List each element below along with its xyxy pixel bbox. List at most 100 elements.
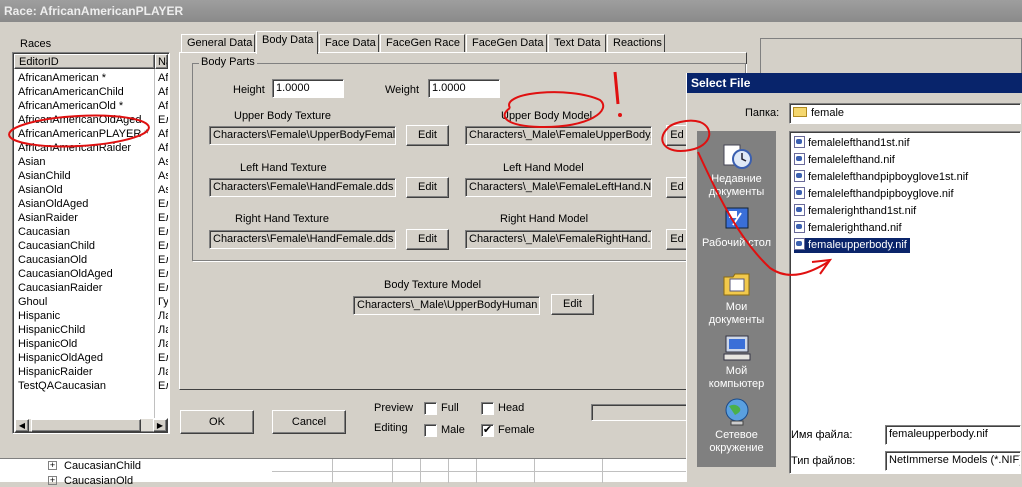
left-hand-texture-edit-button[interactable]: Edit bbox=[406, 177, 449, 198]
head-label: Head bbox=[498, 402, 525, 414]
race-editorid: AsianOldAged bbox=[18, 198, 89, 210]
file-list-item[interactable]: femalelefthand.nif bbox=[794, 153, 898, 168]
race-list-item[interactable]: Caucasian Ел bbox=[15, 225, 168, 239]
race-list-item[interactable]: HispanicRaider Ла bbox=[15, 365, 168, 379]
weight-input[interactable]: 1.0000 bbox=[428, 79, 500, 98]
race-editorid: AfricanAmericanRaider bbox=[18, 142, 132, 154]
upper-body-texture-field[interactable]: Characters\Female\UpperBodyFemal bbox=[209, 126, 396, 145]
scroll-right-arrow-icon[interactable]: ▶ bbox=[153, 419, 167, 432]
races-hscroll-thumb[interactable] bbox=[31, 419, 141, 432]
folder-value: female bbox=[811, 107, 845, 119]
race-editorid: TestQACaucasian bbox=[18, 380, 107, 392]
tree-item-caucasianchild[interactable]: CaucasianChild bbox=[64, 460, 141, 472]
race-list-item[interactable]: AsianOldAged Ел bbox=[15, 197, 168, 211]
body-texture-model-edit-button[interactable]: Edit bbox=[551, 294, 594, 315]
race-name: Ел bbox=[158, 282, 168, 294]
left-hand-model-edit-button[interactable]: Ed bbox=[666, 177, 688, 198]
left-hand-texture-field[interactable]: Characters\Female\HandFemale.dds bbox=[209, 178, 396, 197]
upper-body-texture-label: Upper Body Texture bbox=[234, 110, 332, 122]
race-editorid: CaucasianChild bbox=[18, 240, 96, 252]
race-name: Ел bbox=[158, 254, 168, 266]
upper-body-model-field[interactable]: Characters\_Male\FemaleUpperBody. bbox=[465, 126, 652, 145]
file-list-item[interactable]: femalelefthandpipboyglove.nif bbox=[794, 187, 957, 202]
race-list-item[interactable]: AfricanAmericanRaider Af bbox=[15, 141, 168, 155]
race-list-item[interactable]: AfricanAmericanOld * Af bbox=[15, 99, 168, 113]
head-checkbox[interactable] bbox=[481, 402, 494, 415]
ok-button[interactable]: OK bbox=[180, 410, 254, 434]
full-checkbox[interactable] bbox=[424, 402, 437, 415]
tab-face-data[interactable]: Face Data bbox=[319, 34, 379, 53]
race-list-item[interactable]: AsianRaider Ел bbox=[15, 211, 168, 225]
scroll-left-arrow-icon[interactable]: ◀ bbox=[15, 419, 29, 432]
file-name: femaleupperbody.nif bbox=[808, 239, 907, 251]
upper-body-texture-edit-button[interactable]: Edit bbox=[406, 125, 449, 146]
races-hscrollbar[interactable]: ◀ ▶ bbox=[14, 418, 168, 433]
file-list[interactable]: femalelefthand1st.nif femalelefthand.nif f… bbox=[789, 131, 1021, 474]
file-list-item[interactable]: femaleupperbody.nif bbox=[794, 238, 910, 253]
tab-text-data[interactable]: Text Data bbox=[548, 34, 606, 53]
race-list-item[interactable]: HispanicOldAged Ел bbox=[15, 351, 168, 365]
tab-facegen-data[interactable]: FaceGen Data bbox=[466, 34, 547, 53]
race-name: Af bbox=[158, 86, 168, 98]
place-desktop[interactable]: Рабочий стол bbox=[697, 205, 776, 250]
race-list-item[interactable]: CaucasianRaider Ел bbox=[15, 281, 168, 295]
left-hand-model-field[interactable]: Characters\_Male\FemaleLeftHand.NI bbox=[465, 178, 652, 197]
upper-body-model-edit-button[interactable]: Ed bbox=[666, 125, 688, 146]
filename-input[interactable]: femaleupperbody.nif bbox=[885, 425, 1021, 445]
races-list[interactable]: EditorID Na AfricanAmerican *AfAfricanAm… bbox=[12, 52, 170, 434]
race-list-item[interactable]: AsianChild As bbox=[15, 169, 168, 183]
body-texture-model-field[interactable]: Characters\_Male\UpperBodyHuman bbox=[353, 296, 540, 315]
tab-general-data[interactable]: General Data bbox=[181, 34, 255, 53]
race-list-item[interactable]: AfricanAmerican * Af bbox=[15, 71, 168, 85]
race-list-item[interactable]: HispanicOld Ла bbox=[15, 337, 168, 351]
place-my-documents[interactable]: Мои документы bbox=[697, 269, 776, 327]
my-computer-icon bbox=[723, 335, 750, 361]
file-list-item[interactable]: femalerighthand.nif bbox=[794, 221, 905, 236]
folder-select[interactable]: female bbox=[789, 103, 1021, 124]
my-documents-icon bbox=[723, 273, 749, 296]
file-list-item[interactable]: femalerighthand1st.nif bbox=[794, 204, 919, 219]
expand-plus-icon[interactable]: + bbox=[48, 461, 57, 470]
race-list-item[interactable]: Ghoul Гу bbox=[15, 295, 168, 309]
race-list-item[interactable]: AfricanAmericanOldAged Ел bbox=[15, 113, 168, 127]
male-checkbox[interactable] bbox=[424, 424, 437, 437]
filetype-select[interactable]: NetImmerse Models (*.NIF) bbox=[885, 451, 1021, 471]
file-list-item[interactable]: femalelefthandpipboyglove1st.nif bbox=[794, 170, 971, 185]
race-name: Ла bbox=[158, 324, 168, 336]
object-grid[interactable] bbox=[272, 458, 686, 483]
filetype-label: Тип файлов: bbox=[791, 455, 856, 467]
tree-item-caucasianold[interactable]: CaucasianOld bbox=[64, 475, 133, 487]
select-file-title: Select File bbox=[687, 73, 1022, 93]
right-hand-model-edit-button[interactable]: Ed bbox=[666, 229, 688, 250]
race-list-item[interactable]: CaucasianChild Ел bbox=[15, 239, 168, 253]
race-list-item[interactable]: AfricanAmericanPLAYER * Af bbox=[15, 127, 168, 141]
column-header-editorid[interactable]: EditorID bbox=[14, 54, 155, 69]
race-list-item[interactable]: Asian As bbox=[15, 155, 168, 169]
place-network[interactable]: Сетевое окружение bbox=[697, 397, 776, 455]
tab-body-data[interactable]: Body Data bbox=[256, 31, 318, 54]
race-list-item[interactable]: CaucasianOld Ел bbox=[15, 253, 168, 267]
race-list-item[interactable]: TestQACaucasian Ел bbox=[15, 379, 168, 393]
race-list-item[interactable]: AsianOld As bbox=[15, 183, 168, 197]
nif-file-icon bbox=[794, 170, 805, 182]
file-list-item[interactable]: femalelefthand1st.nif bbox=[794, 136, 913, 151]
body-parts-group-title: Body Parts bbox=[199, 56, 257, 68]
race-list-item[interactable]: Hispanic Ла bbox=[15, 309, 168, 323]
right-hand-model-field[interactable]: Characters\_Male\FemaleRightHand. bbox=[465, 230, 652, 249]
right-hand-texture-field[interactable]: Characters\Female\HandFemale.dds bbox=[209, 230, 396, 249]
height-input[interactable]: 1.0000 bbox=[272, 79, 344, 98]
tab-facegen-race[interactable]: FaceGen Race bbox=[380, 34, 465, 53]
tab-reactions[interactable]: Reactions bbox=[607, 34, 665, 53]
place-my-computer[interactable]: Мой компьютер bbox=[697, 333, 776, 391]
left-hand-model-label: Left Hand Model bbox=[503, 162, 584, 174]
right-hand-texture-edit-button[interactable]: Edit bbox=[406, 229, 449, 250]
race-list-item[interactable]: AfricanAmericanChild Af bbox=[15, 85, 168, 99]
expand-plus-icon[interactable]: + bbox=[48, 476, 57, 485]
place-recent[interactable]: Недавние документы bbox=[697, 141, 776, 199]
race-list-item[interactable]: HispanicChild Ла bbox=[15, 323, 168, 337]
female-checkbox[interactable]: ✔ bbox=[481, 424, 494, 437]
object-tree[interactable]: + CaucasianChild + CaucasianOld bbox=[0, 458, 272, 487]
column-header-name[interactable]: Na bbox=[155, 54, 168, 69]
race-list-item[interactable]: CaucasianOldAged Ел bbox=[15, 267, 168, 281]
cancel-button[interactable]: Cancel bbox=[272, 410, 346, 434]
